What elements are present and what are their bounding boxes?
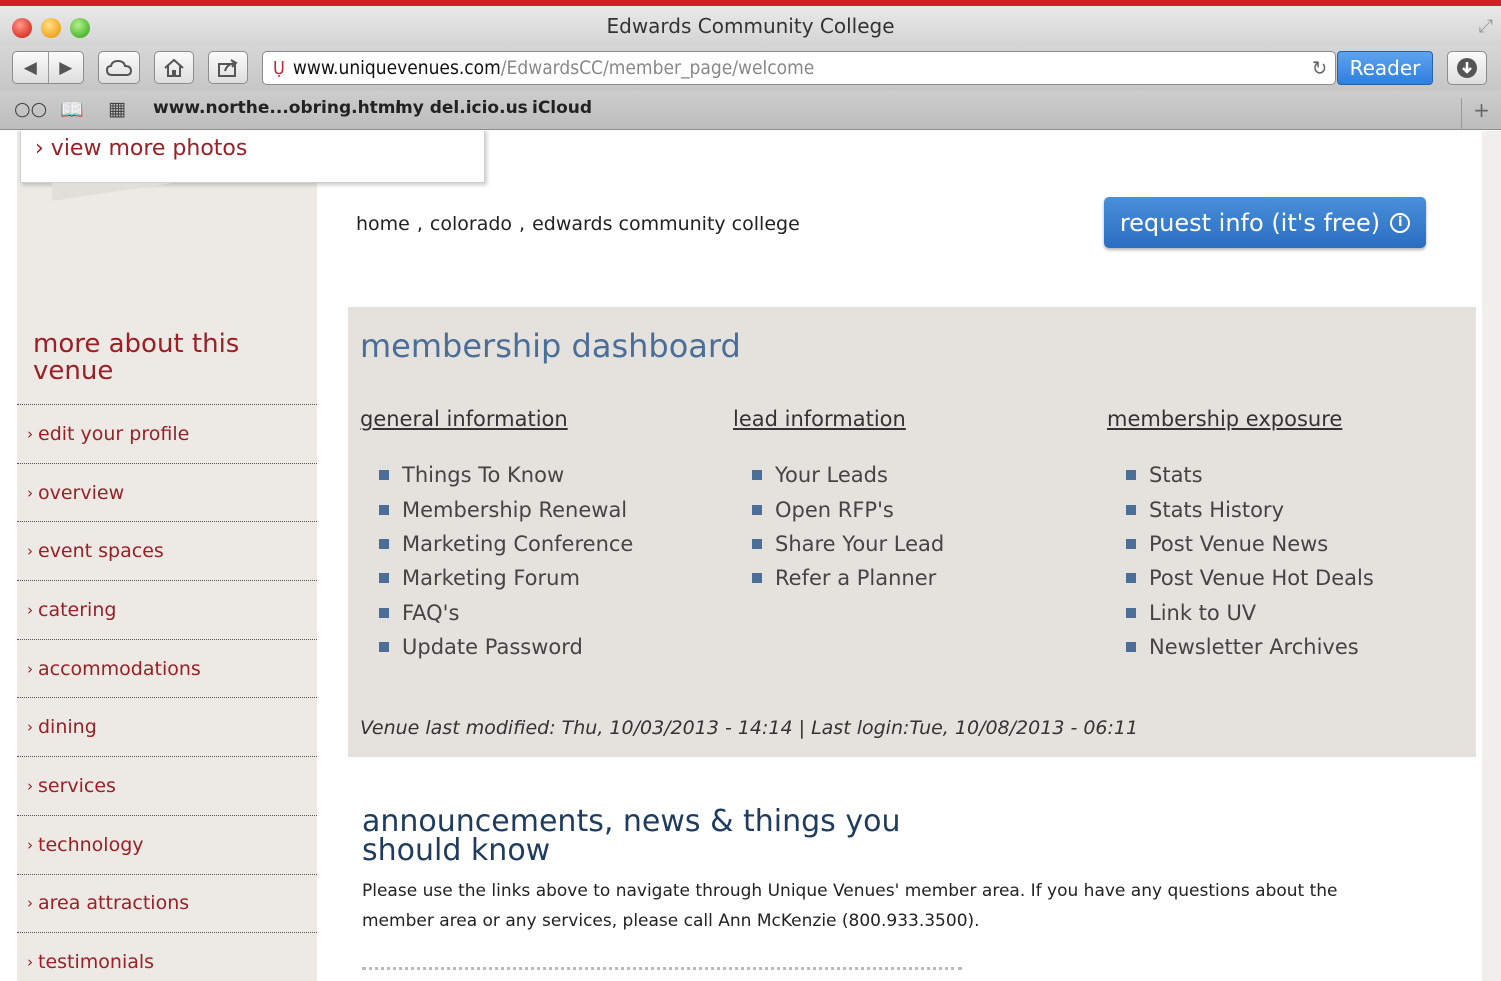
breadcrumb-venue[interactable]: edwards community college: [532, 213, 800, 235]
forward-arrow-icon[interactable]: ▶: [48, 58, 83, 78]
list-item[interactable]: Post Venue Hot Deals: [1126, 561, 1374, 595]
list-item[interactable]: Post Venue News: [1126, 527, 1374, 561]
list-item[interactable]: Your Leads: [752, 458, 944, 492]
cloud-icon: [106, 59, 132, 76]
list-item[interactable]: Link to UV: [1126, 596, 1374, 630]
url-path: /EdwardsCC/member_page/welcome: [500, 57, 815, 79]
url-host: www.uniquevenues.com: [292, 57, 501, 79]
photo-card: › view more photos: [20, 131, 485, 183]
bookmark-item[interactable]: iCloud: [532, 98, 592, 118]
bookmarks-book-icon[interactable]: 📖: [60, 98, 84, 121]
downloads-button[interactable]: [1447, 51, 1487, 85]
address-bar[interactable]: Ụ www.uniquevenues.com/EdwardsCC/member_…: [262, 51, 1336, 85]
sidebar-item-catering[interactable]: › catering: [17, 580, 317, 639]
site-favicon-icon: Ụ: [273, 57, 285, 79]
square-bullet-icon: [379, 538, 389, 549]
list-item[interactable]: Refer a Planner: [752, 561, 944, 595]
request-info-button[interactable]: request info (it's free) i: [1104, 197, 1426, 248]
bookmark-item[interactable]: www.northe...obring.html: [153, 98, 401, 118]
browser-toolbar: ◀ ▶ Ụ www.uniquevenues.com/EdwardsCC/mem…: [0, 46, 1501, 90]
web-page: › view more photos more about this venue…: [0, 131, 1501, 981]
bookmark-item[interactable]: my del.icio.us: [395, 98, 528, 118]
list-item[interactable]: Marketing Conference: [379, 527, 633, 561]
square-bullet-icon: [1126, 607, 1136, 618]
list-item[interactable]: Open RFP's: [752, 492, 944, 526]
new-tab-plus-icon[interactable]: +: [1461, 98, 1501, 130]
list-item[interactable]: Stats History: [1126, 492, 1374, 526]
membership-dashboard: membership dashboard general information…: [348, 307, 1476, 757]
list-item[interactable]: FAQ's: [379, 596, 633, 630]
lead-information-column: lead information Your Leads Open RFP's S…: [733, 407, 944, 596]
list-item[interactable]: Stats: [1126, 458, 1374, 492]
sidebar-item-testimonials[interactable]: › testimonials: [17, 932, 317, 981]
column-heading[interactable]: general information: [360, 407, 633, 431]
sidebar-item-accommodations[interactable]: › accommodations: [17, 638, 317, 698]
sidebar-nav: › edit your profile › overview › event spac…: [17, 404, 317, 981]
announcements-text: Please use the links above to navigate t…: [362, 881, 1338, 931]
breadcrumb-home[interactable]: home: [356, 213, 410, 235]
bookmarks-bar: ○○ 📖 ▦ www.northe...obring.html my del.i…: [0, 90, 1501, 130]
list-item[interactable]: Membership Renewal: [379, 492, 633, 526]
top-sites-grid-icon[interactable]: ▦: [108, 98, 126, 120]
general-information-column: general information Things To Know Membe…: [360, 407, 633, 664]
home-icon: [164, 58, 184, 77]
share-icon: [218, 58, 238, 77]
photo-card-fold: [52, 183, 172, 201]
sidebar-item-edit-profile[interactable]: › edit your profile: [17, 404, 317, 463]
cut-off-heading: [362, 967, 962, 981]
dashboard-title: membership dashboard: [360, 327, 741, 365]
fullscreen-icon[interactable]: ⤢: [1479, 16, 1493, 37]
square-bullet-icon: [752, 470, 762, 481]
square-bullet-icon: [379, 504, 389, 515]
square-bullet-icon: [752, 504, 762, 515]
reading-list-icon[interactable]: ○○: [14, 98, 47, 120]
sidebar-item-dining[interactable]: › dining: [17, 697, 317, 756]
list-item[interactable]: Update Password: [379, 630, 633, 664]
last-modified-text: Venue last modified: Thu, 10/03/2013 - 1…: [360, 717, 1139, 739]
sidebar-title: more about this venue: [33, 329, 240, 386]
sidebar-item-technology[interactable]: › technology: [17, 814, 317, 874]
square-bullet-icon: [1126, 470, 1136, 481]
square-bullet-icon: [1126, 538, 1136, 549]
column-heading[interactable]: lead information: [733, 407, 944, 431]
back-forward-control: ◀ ▶: [12, 51, 84, 84]
column-heading[interactable]: membership exposure: [1107, 407, 1374, 431]
membership-exposure-column: membership exposure Stats Stats History …: [1107, 407, 1374, 664]
list-item[interactable]: Newsletter Archives: [1126, 630, 1374, 664]
window-title: Edwards Community College: [606, 14, 895, 38]
page-right-border: [1482, 131, 1501, 981]
icloud-tabs-button[interactable]: [98, 51, 140, 84]
square-bullet-icon: [1126, 642, 1136, 653]
square-bullet-icon: [1126, 504, 1136, 515]
home-button[interactable]: [154, 51, 194, 84]
breadcrumb-state[interactable]: colorado: [430, 213, 512, 235]
back-arrow-icon[interactable]: ◀: [13, 58, 48, 78]
breadcrumb: home, colorado, edwards community college: [356, 213, 800, 235]
square-bullet-icon: [379, 642, 389, 653]
window-titlebar: Edwards Community College ⤢: [0, 6, 1501, 46]
share-button[interactable]: [208, 51, 248, 84]
square-bullet-icon: [379, 573, 389, 584]
announcements-title: announcements, news & things you should …: [362, 804, 901, 868]
sidebar-item-event-spaces[interactable]: › event spaces: [17, 521, 317, 580]
reader-button[interactable]: Reader: [1337, 51, 1433, 85]
download-icon: [1457, 58, 1477, 78]
sidebar-item-services[interactable]: › services: [17, 756, 317, 815]
info-icon: i: [1390, 212, 1411, 233]
square-bullet-icon: [379, 607, 389, 618]
square-bullet-icon: [752, 573, 762, 584]
sidebar-item-area-attractions[interactable]: › area attractions: [17, 873, 317, 933]
reload-icon[interactable]: ↻: [1312, 56, 1327, 80]
list-item[interactable]: Things To Know: [379, 458, 633, 492]
list-item[interactable]: Marketing Forum: [379, 561, 633, 595]
square-bullet-icon: [752, 538, 762, 549]
list-item[interactable]: Share Your Lead: [752, 527, 944, 561]
sidebar-item-overview[interactable]: › overview: [17, 462, 317, 522]
view-more-photos-link[interactable]: › view more photos: [35, 136, 247, 161]
square-bullet-icon: [1126, 573, 1136, 584]
square-bullet-icon: [379, 470, 389, 481]
